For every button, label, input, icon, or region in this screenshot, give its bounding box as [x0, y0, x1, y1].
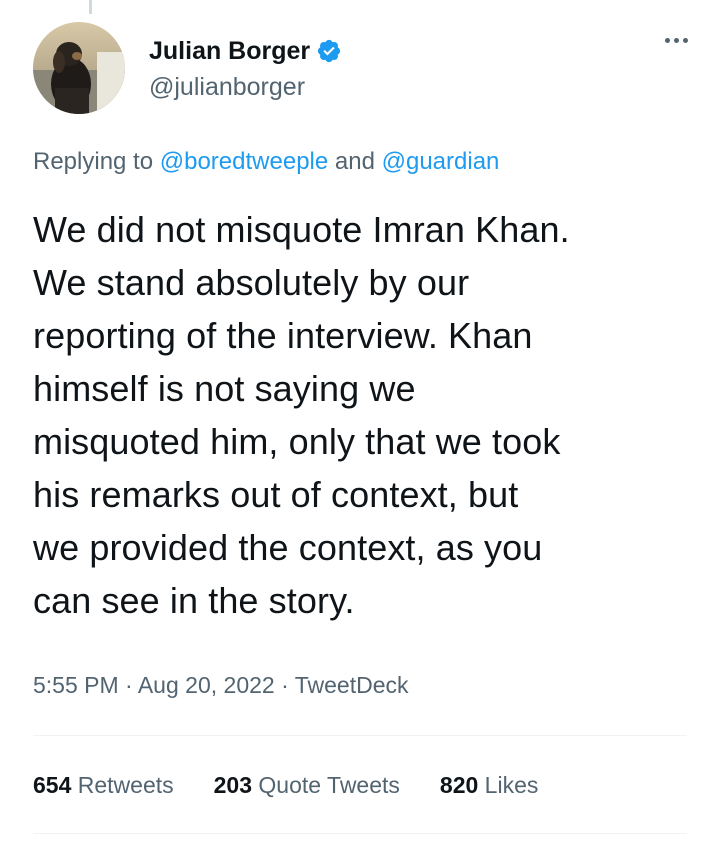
handle[interactable]: @julianborger [149, 72, 342, 102]
more-horizontal-icon[interactable] [665, 38, 688, 43]
tweet-text: We did not misquote Imran Khan. We stand… [33, 209, 570, 621]
thread-connector-line [89, 0, 92, 14]
tweet-source[interactable]: TweetDeck [295, 672, 409, 698]
tweet-metadata: 5:55 PM · Aug 20, 2022 · TweetDeck [33, 670, 409, 700]
retweets-stat[interactable]: 654 Retweets [33, 770, 174, 800]
avatar[interactable] [33, 22, 125, 114]
more-dot [665, 38, 670, 43]
likes-label: Likes [484, 772, 539, 798]
meta-separator: · [281, 672, 289, 698]
tweet-time[interactable]: 5:55 PM [33, 672, 119, 698]
tweet-header: Julian Borger @julianborger [33, 22, 696, 114]
retweets-label: Retweets [77, 772, 174, 798]
quote-tweets-count: 203 [213, 772, 253, 798]
divider [33, 735, 687, 736]
verified-badge-icon [316, 38, 342, 64]
retweets-count: 654 [33, 772, 72, 798]
likes-count: 820 [439, 772, 479, 798]
engagement-stats: 654 Retweets 203 Quote Tweets 820 Likes [33, 770, 578, 800]
quote-tweets-label: Quote Tweets [258, 772, 400, 798]
display-name[interactable]: Julian Borger [149, 36, 310, 66]
replying-joiner: and [334, 148, 375, 175]
divider [33, 833, 687, 834]
author-names: Julian Borger @julianborger [149, 36, 342, 102]
meta-separator: · [125, 672, 133, 698]
quote-tweets-stat[interactable]: 203 Quote Tweets [214, 770, 400, 800]
reply-mention-boredtweeple[interactable]: @boredtweeple [160, 148, 328, 175]
more-dot [674, 38, 679, 43]
avatar-image [33, 22, 125, 114]
reply-mention-guardian[interactable]: @guardian [382, 148, 500, 175]
replying-to-line: Replying to @boredtweeple and @guardian [33, 146, 499, 178]
replying-prefix: Replying to [33, 148, 154, 175]
likes-stat[interactable]: 820 Likes [440, 770, 538, 800]
tweet-date[interactable]: Aug 20, 2022 [138, 672, 275, 698]
more-dot [683, 38, 688, 43]
display-name-row: Julian Borger [149, 36, 342, 66]
